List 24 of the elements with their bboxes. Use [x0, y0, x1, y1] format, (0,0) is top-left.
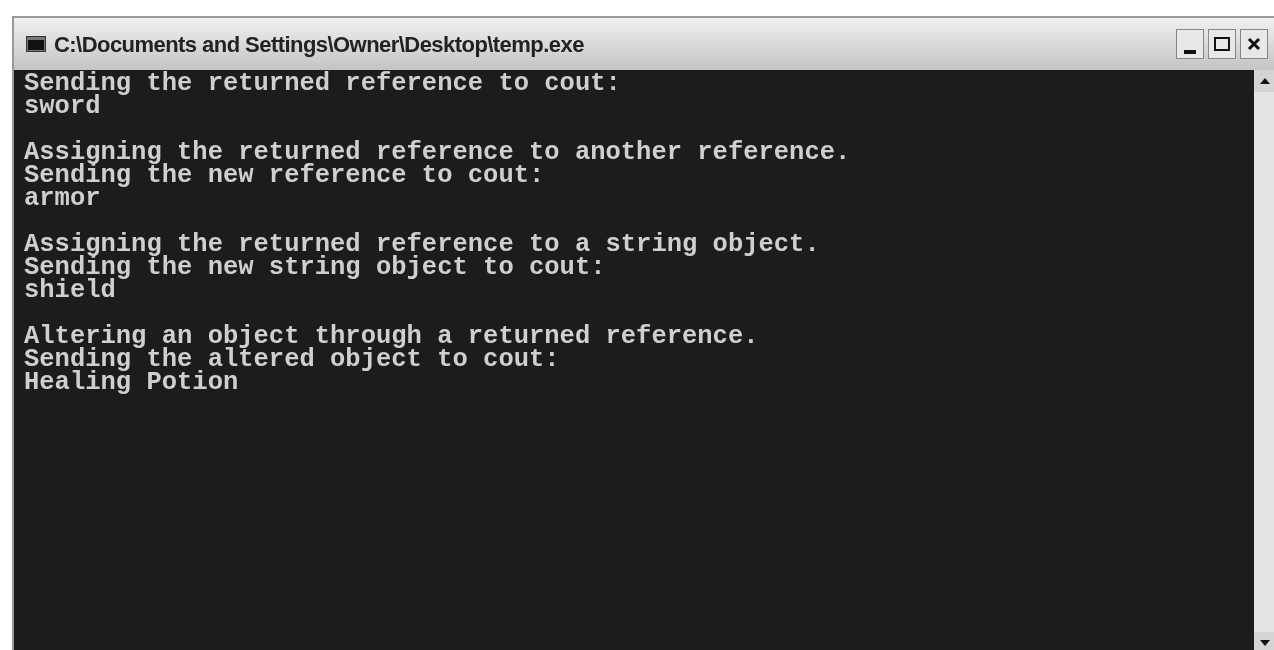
scrollbar[interactable]: [1254, 70, 1274, 650]
maximize-button[interactable]: [1208, 29, 1236, 59]
minimize-icon: [1184, 50, 1196, 54]
close-icon: [1247, 37, 1261, 51]
up-arrow-icon: [1260, 78, 1270, 84]
close-button[interactable]: [1240, 29, 1268, 59]
console-line: Assigning the returned reference to a string object.: [24, 233, 820, 256]
maximize-icon: [1214, 37, 1230, 51]
console-line: shield: [24, 279, 116, 302]
scroll-down-button[interactable]: [1254, 632, 1274, 650]
console-line: Sending the new reference to cout:: [24, 164, 545, 187]
console-line: Altering an object through a returned reference.: [24, 325, 759, 348]
console-line: Assigning the returned reference to another reference.: [24, 141, 851, 164]
console-line: Sending the new string object to cout:: [24, 256, 606, 279]
window-title: C:\Documents and Settings\Owner\Desktop\temp.exe: [54, 30, 584, 59]
console-icon: [26, 36, 46, 52]
console-line: sword: [24, 95, 101, 118]
console-line: Healing Potion: [24, 371, 239, 394]
down-arrow-icon: [1260, 640, 1270, 646]
console-line: armor: [24, 187, 101, 210]
console-line: Sending the altered object to cout:: [24, 348, 560, 371]
console-line: Sending the returned reference to cout:: [24, 72, 621, 95]
minimize-button[interactable]: [1176, 29, 1204, 59]
scroll-up-button[interactable]: [1254, 70, 1274, 92]
